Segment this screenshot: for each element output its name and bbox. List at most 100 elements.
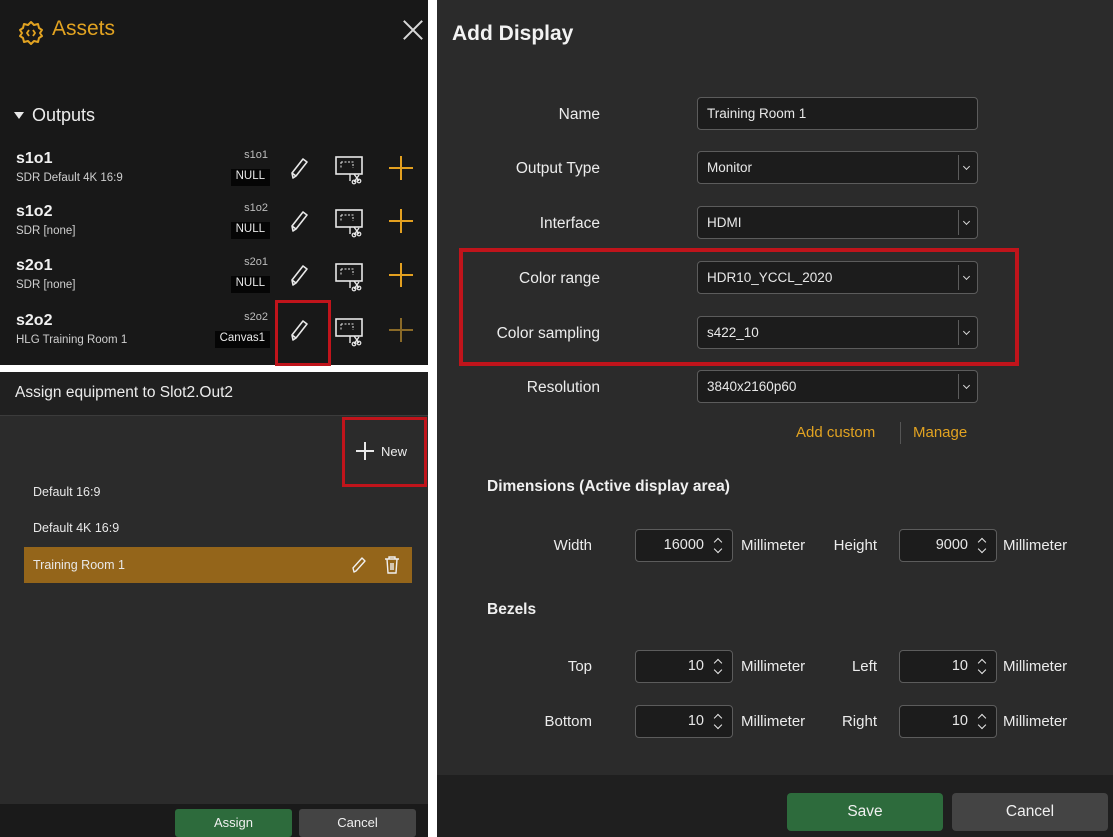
highlight-color-box: [459, 248, 1019, 366]
bezel-top-label: Top: [567, 658, 592, 675]
chevron-down-icon[interactable]: [958, 210, 975, 235]
output-name: s1o1: [16, 150, 53, 167]
pencil-icon[interactable]: [288, 263, 310, 289]
list-item[interactable]: Default 4K 16:9: [24, 510, 412, 546]
bezel-right-stepper[interactable]: 10: [899, 705, 997, 738]
width-label: Width: [553, 537, 592, 554]
link-divider: [900, 422, 901, 444]
spin-icon[interactable]: [978, 658, 988, 676]
assets-header: Assets: [0, 0, 428, 64]
bezel-left-value: 10: [951, 658, 968, 674]
pencil-icon[interactable]: [288, 156, 310, 182]
output-slot: s2o1: [244, 256, 268, 268]
bezel-bottom-unit: Millimeter: [741, 713, 806, 730]
spin-icon[interactable]: [714, 658, 724, 676]
plus-icon[interactable]: [389, 156, 413, 180]
assign-title: Assign equipment to Slot2.Out2: [15, 384, 233, 401]
output-name: s2o2: [16, 312, 53, 329]
interface-value: HDMI: [707, 215, 742, 230]
outputs-section-title: Outputs: [32, 104, 96, 125]
bezel-left-unit: Millimeter: [1003, 658, 1068, 675]
spin-icon[interactable]: [978, 537, 988, 555]
bezel-left-stepper[interactable]: 10: [899, 650, 997, 683]
add-display-dialog: Add Display Name Training Room 1 Output …: [437, 0, 1113, 837]
bezel-right-label: Right: [841, 713, 877, 730]
dialog-title: Add Display: [452, 22, 574, 45]
resolution-select[interactable]: 3840x2160p60: [697, 370, 978, 403]
save-button[interactable]: Save: [787, 793, 943, 831]
spin-icon[interactable]: [714, 713, 724, 731]
name-field[interactable]: Training Room 1: [697, 97, 978, 130]
output-description: SDR [none]: [16, 225, 76, 237]
output-name: s2o1: [16, 257, 53, 274]
cancel-button[interactable]: Cancel: [299, 809, 416, 837]
bezel-top-unit: Millimeter: [741, 658, 806, 675]
output-description: HLG Training Room 1: [16, 334, 128, 346]
bezel-bottom-label: Bottom: [544, 713, 592, 730]
highlight-edit-box: [275, 300, 331, 366]
output-description: SDR Default 4K 16:9: [16, 172, 123, 184]
assign-button[interactable]: Assign: [175, 809, 292, 837]
output-slot: s2o2: [244, 311, 268, 323]
pencil-icon[interactable]: [351, 556, 369, 574]
trash-icon[interactable]: [383, 555, 401, 575]
width-unit: Millimeter: [741, 537, 806, 554]
plus-icon[interactable]: [389, 263, 413, 287]
bezel-right-unit: Millimeter: [1003, 713, 1068, 730]
output-type-label: Output Type: [515, 160, 600, 177]
crop-icon[interactable]: [333, 153, 369, 185]
output-canvas-tag: NULL: [230, 169, 270, 186]
new-button-label: New: [381, 444, 408, 459]
crop-icon[interactable]: [333, 260, 369, 292]
list-item-label: Training Room 1: [33, 558, 125, 572]
output-row[interactable]: s1o2 SDR [none] s1o2 NULL: [0, 201, 428, 251]
bezel-top-stepper[interactable]: 10: [635, 650, 733, 683]
bezel-bottom-value: 10: [687, 713, 704, 729]
add-custom-link[interactable]: Add custom: [796, 424, 875, 441]
plus-icon[interactable]: [389, 209, 413, 233]
crop-icon[interactable]: [333, 315, 369, 347]
gear-icon: [19, 21, 43, 45]
output-canvas-tag: NULL: [230, 222, 270, 239]
spin-icon[interactable]: [714, 537, 724, 555]
cancel-button[interactable]: Cancel: [952, 793, 1108, 831]
bezel-top-value: 10: [687, 658, 704, 674]
height-label: Height: [833, 537, 877, 554]
assign-header: Assign equipment to Slot2.Out2: [0, 372, 428, 416]
output-row[interactable]: s2o1 SDR [none] s2o1 NULL: [0, 255, 428, 305]
output-canvas-tag: Canvas1: [214, 331, 270, 348]
spin-icon[interactable]: [978, 713, 988, 731]
output-type-select[interactable]: Monitor: [697, 151, 978, 184]
assets-panel: Assets Outputs s1o1 SDR Default 4K 16:9 …: [0, 0, 428, 365]
interface-select[interactable]: HDMI: [697, 206, 978, 239]
chevron-down-icon[interactable]: [958, 374, 975, 399]
resolution-value: 3840x2160p60: [707, 379, 797, 394]
list-item[interactable]: Default 16:9: [24, 474, 412, 510]
output-row[interactable]: s1o1 SDR Default 4K 16:9 s1o1 NULL: [0, 148, 428, 198]
outputs-section-toggle[interactable]: Outputs: [14, 103, 95, 127]
output-description: SDR [none]: [16, 279, 76, 291]
output-slot: s1o2: [244, 202, 268, 214]
output-name: s1o2: [16, 203, 53, 220]
interface-label: Interface: [539, 215, 600, 232]
manage-link[interactable]: Manage: [913, 424, 967, 441]
assets-title: Assets: [52, 17, 116, 40]
plus-icon[interactable]: [389, 318, 413, 342]
list-item-selected[interactable]: Training Room 1: [24, 547, 412, 583]
chevron-down-icon[interactable]: [958, 155, 975, 180]
height-stepper[interactable]: 9000: [899, 529, 997, 562]
height-unit: Millimeter: [1003, 537, 1068, 554]
pencil-icon[interactable]: [288, 209, 310, 235]
plus-icon: [356, 442, 374, 460]
bezel-bottom-stepper[interactable]: 10: [635, 705, 733, 738]
output-type-value: Monitor: [707, 160, 753, 175]
width-stepper[interactable]: 16000: [635, 529, 733, 562]
resolution-label: Resolution: [526, 379, 600, 396]
name-label: Name: [558, 106, 600, 123]
bezel-right-value: 10: [951, 713, 968, 729]
output-canvas-tag: NULL: [230, 276, 270, 293]
output-row[interactable]: s2o2 HLG Training Room 1 s2o2 Canvas1: [0, 310, 428, 360]
close-icon[interactable]: [400, 17, 426, 43]
crop-icon[interactable]: [333, 206, 369, 238]
bezels-heading: Bezels: [487, 601, 537, 618]
